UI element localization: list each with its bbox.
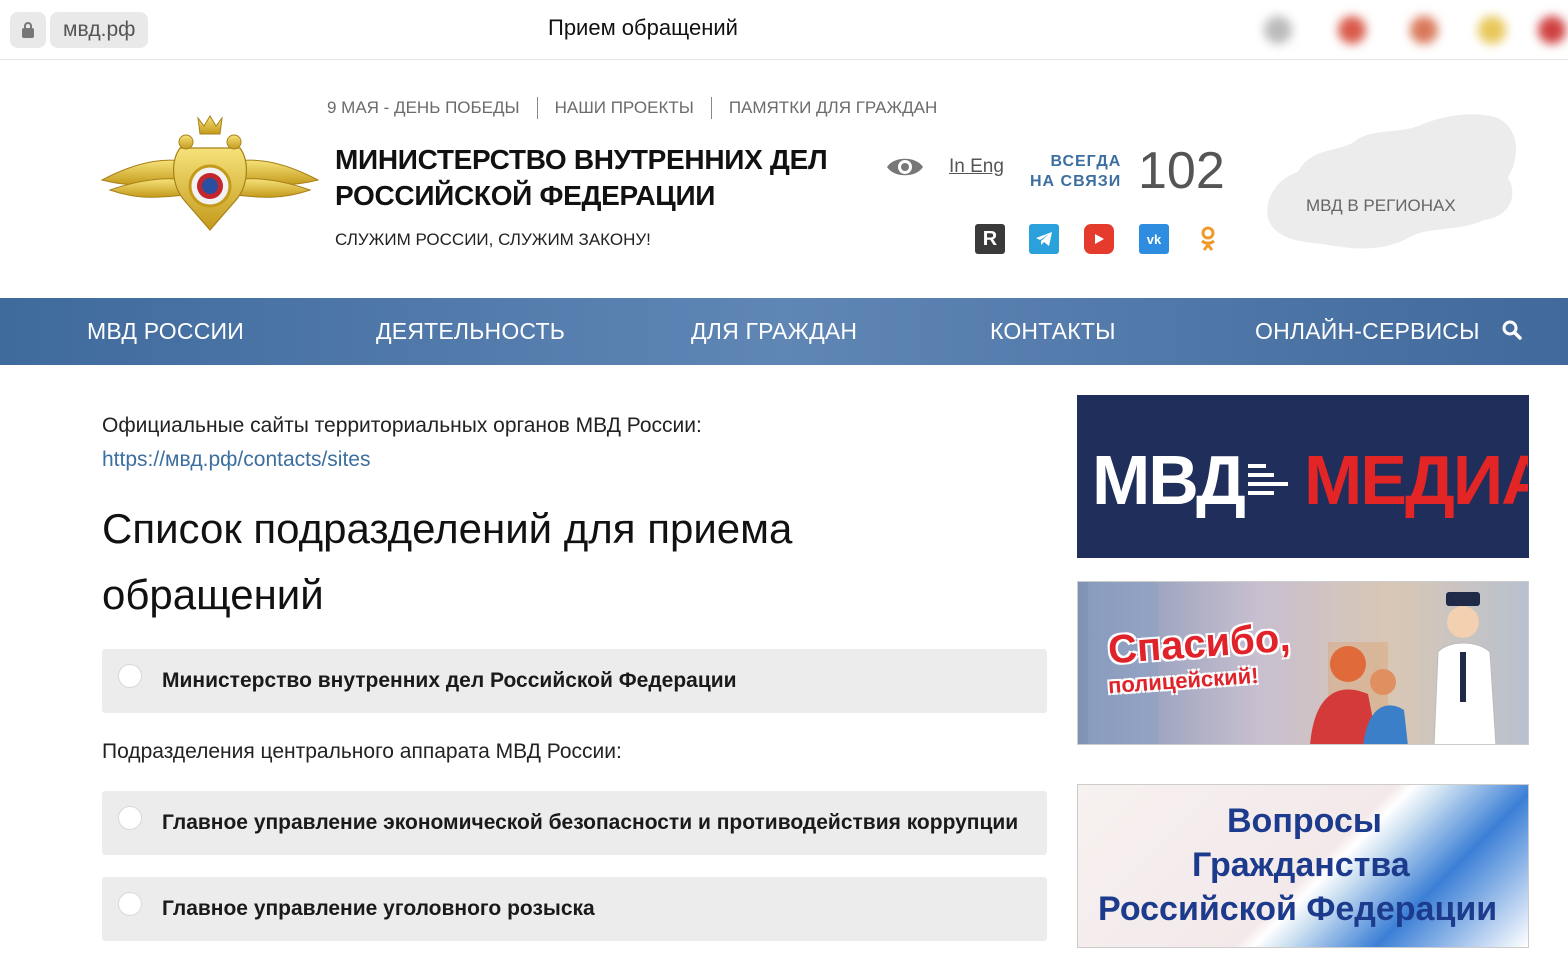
option-label: Главное управление уголовного розыска [162,897,595,920]
media-banner-right-text: МЕДИА [1304,441,1529,519]
english-version-link[interactable]: In Eng [949,156,1004,178]
odnoklassniki-icon[interactable] [1193,224,1223,254]
media-lines-icon [1248,464,1288,495]
nav-item-contacts[interactable]: КОНТАКТЫ [990,318,1116,345]
option-ministry[interactable]: Министерство внутренних дел Российской Ф… [102,649,1047,713]
radio-button[interactable] [118,664,142,688]
russia-map-icon[interactable] [1258,108,1528,258]
page-heading: Список подразделений для приема обращени… [102,496,902,628]
option-criminal-investigation[interactable]: Главное управление уголовного розыска [102,877,1047,941]
motto: СЛУЖИМ РОССИИ, СЛУЖИМ ЗАКОНУ! [335,230,651,249]
ministry-name[interactable]: МИНИСТЕРСТВО ВНУТРЕННИХ ДЕЛ РОССИЙСКОЙ Ф… [335,142,855,214]
thank-you-police-banner[interactable]: Спасибо, полицейский! [1077,581,1529,745]
nav-item-for-citizens[interactable]: ДЛЯ ГРАЖДАН [691,318,857,345]
hotline-caption: ВСЕГДА НА СВЯЗИ [1030,152,1121,192]
option-label: Министерство внутренних дел Российской Ф… [162,669,737,692]
page-heading-line1: Список подразделений для приема [102,505,793,552]
nav-item-online-services[interactable]: ОНЛАЙН-СЕРВИСЫ [1255,318,1480,345]
ministry-name-line2: РОССИЙСКОЙ ФЕДЕРАЦИИ [335,180,716,211]
territorial-sites-link[interactable]: https://мвд.рф/contacts/sites [102,448,371,472]
citizenship-banner-line3: Российской Федерации [1098,890,1498,928]
radio-button[interactable] [118,806,142,830]
hotline-caption-line2: НА СВЯЗИ [1030,173,1122,190]
site-info-button[interactable] [10,12,46,48]
mvd-media-banner[interactable]: МВД МЕДИА [1077,395,1529,558]
radio-button[interactable] [118,892,142,916]
header-top-links: 9 МАЯ - ДЕНЬ ПОБЕДЫ НАШИ ПРОЕКТЫ ПАМЯТКИ… [327,96,954,120]
hotline-number[interactable]: 102 [1138,142,1225,200]
option-label: Главное управление экономической безопас… [162,811,1019,834]
vk-icon[interactable]: vk [1139,224,1169,254]
ministry-name-line1: МИНИСТЕРСТВО ВНУТРЕННИХ ДЕЛ [335,144,828,175]
option-economic-security[interactable]: Главное управление экономической безопас… [102,791,1047,855]
page-heading-line2: обращений [102,571,324,618]
mvd-emblem-logo[interactable] [100,108,320,238]
citizenship-questions-banner[interactable]: Вопросы Гражданства Российской Федерации [1077,784,1529,948]
link-victory-day[interactable]: 9 МАЯ - ДЕНЬ ПОБЕДЫ [327,97,537,119]
nav-item-mvd-russia[interactable]: МВД РОССИИ [87,318,244,345]
nav-item-activity[interactable]: ДЕЯТЕЛЬНОСТЬ [376,318,565,345]
blurred-extension-icons [1260,10,1568,50]
main-navigation: МВД РОССИИ ДЕЯТЕЛЬНОСТЬ ДЛЯ ГРАЖДАН КОНТ… [0,298,1568,365]
browser-address-bar: мвд.рф Прием обращений [0,0,1568,60]
hotline-caption-line1: ВСЕГДА [1050,153,1122,170]
youtube-icon[interactable] [1084,224,1114,254]
telegram-icon[interactable] [1029,224,1059,254]
search-icon[interactable] [1500,318,1524,342]
territorial-sites-text: Официальные сайты территориальных органо… [102,414,702,437]
rutube-icon[interactable]: R [975,224,1005,254]
regions-link[interactable]: МВД В РЕГИОНАХ [1306,196,1456,216]
lock-icon [22,22,34,38]
browser-page-title: Прием обращений [548,15,738,40]
citizenship-banner-line1: Вопросы [1227,802,1382,840]
central-apparatus-subheading: Подразделения центрального аппарата МВД … [102,740,622,763]
link-our-projects[interactable]: НАШИ ПРОЕКТЫ [536,97,711,119]
media-banner-left-text: МВД [1092,441,1246,519]
citizenship-banner-line2: Гражданства [1192,846,1410,884]
url-field[interactable]: мвд.рф [50,12,149,48]
link-citizen-memos[interactable]: ПАМЯТКИ ДЛЯ ГРАЖДАН [710,97,954,119]
eye-icon[interactable] [886,154,924,180]
